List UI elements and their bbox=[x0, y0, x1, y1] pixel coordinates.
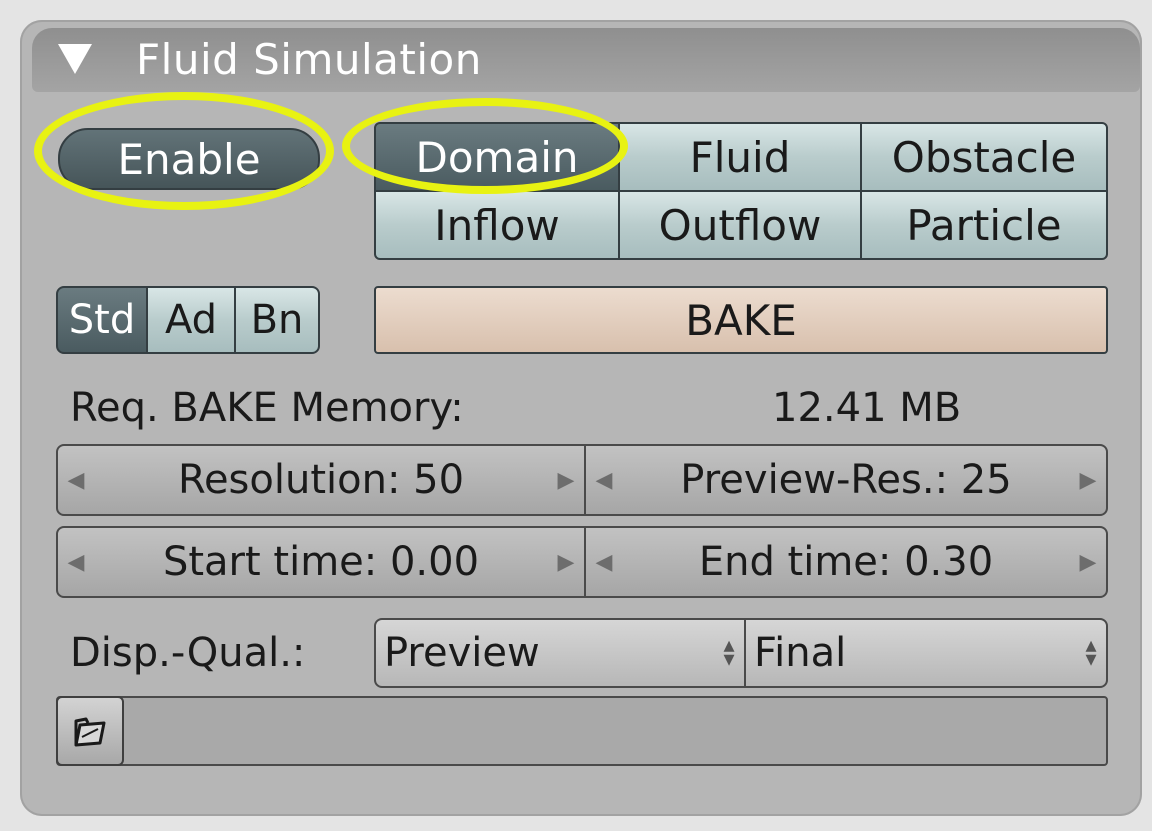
viewport-quality-select[interactable]: Preview ▴ ▾ bbox=[374, 618, 746, 688]
bake-button[interactable]: BAKE bbox=[374, 286, 1108, 354]
up-down-arrows-icon: ▴ ▾ bbox=[723, 633, 735, 672]
up-down-arrows-icon: ▴ ▾ bbox=[1085, 633, 1097, 672]
increment-arrow-icon[interactable]: ▶ bbox=[1070, 468, 1106, 493]
render-quality-value: Final bbox=[754, 630, 847, 676]
end-time-field[interactable]: ◀ End time: 0.30 ▶ bbox=[584, 526, 1108, 598]
resolution-field[interactable]: ◀ Resolution: 50 ▶ bbox=[56, 444, 586, 516]
panel-title: Fluid Simulation bbox=[136, 35, 482, 84]
memory-label: Req. BAKE Memory: bbox=[70, 385, 464, 431]
type-button-domain[interactable]: Domain bbox=[374, 122, 620, 192]
type-button-particle[interactable]: Particle bbox=[860, 190, 1108, 260]
resolution-label: Resolution: 50 bbox=[177, 457, 465, 503]
tab-ad[interactable]: Ad bbox=[146, 286, 236, 354]
decrement-arrow-icon[interactable]: ◀ bbox=[58, 468, 94, 493]
increment-arrow-icon[interactable]: ▶ bbox=[548, 550, 584, 575]
decrement-arrow-icon[interactable]: ◀ bbox=[586, 550, 622, 575]
tab-bn[interactable]: Bn bbox=[234, 286, 320, 354]
viewport-quality-value: Preview bbox=[384, 630, 540, 676]
blender-properties-window: Fluid Simulation Enable Domain Fluid Obs… bbox=[0, 0, 1152, 831]
memory-value: 12.41 MB bbox=[772, 385, 962, 431]
preview-res-label: Preview-Res.: 25 bbox=[680, 457, 1012, 503]
folder-button[interactable] bbox=[56, 696, 124, 766]
decrement-arrow-icon[interactable]: ◀ bbox=[58, 550, 94, 575]
decrement-arrow-icon[interactable]: ◀ bbox=[586, 468, 622, 493]
render-quality-select[interactable]: Final ▴ ▾ bbox=[744, 618, 1108, 688]
folder-icon bbox=[74, 717, 106, 747]
start-time-field[interactable]: ◀ Start time: 0.00 ▶ bbox=[56, 526, 586, 598]
type-button-outflow[interactable]: Outflow bbox=[618, 190, 862, 260]
end-time-label: End time: 0.30 bbox=[698, 539, 994, 585]
type-button-inflow[interactable]: Inflow bbox=[374, 190, 620, 260]
disp-qual-label: Disp.-Qual.: bbox=[70, 630, 306, 676]
increment-arrow-icon[interactable]: ▶ bbox=[548, 468, 584, 493]
bake-path-field[interactable] bbox=[56, 696, 1108, 766]
type-button-obstacle[interactable]: Obstacle bbox=[860, 122, 1108, 192]
preview-res-field[interactable]: ◀ Preview-Res.: 25 ▶ bbox=[584, 444, 1108, 516]
tab-std[interactable]: Std bbox=[56, 286, 148, 354]
increment-arrow-icon[interactable]: ▶ bbox=[1070, 550, 1106, 575]
triangle-down-icon[interactable] bbox=[58, 44, 92, 74]
enable-button[interactable]: Enable bbox=[58, 128, 320, 190]
start-time-label: Start time: 0.00 bbox=[162, 539, 480, 585]
type-button-fluid[interactable]: Fluid bbox=[618, 122, 862, 192]
